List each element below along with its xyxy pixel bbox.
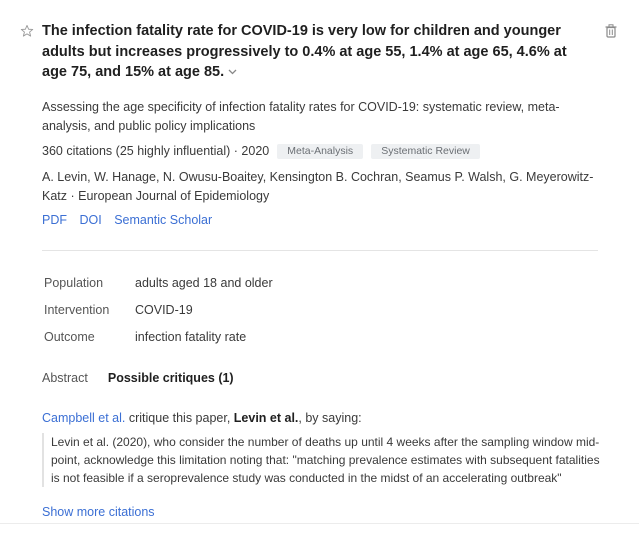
pico-value: COVID-19	[135, 303, 193, 317]
claim-text: The infection fatality rate for COVID-19…	[42, 23, 567, 80]
critique-text-end: , by saying:	[298, 411, 362, 425]
paper-authors: A. Levin, W. Hanage, N. Owusu-Boaitey, K…	[42, 168, 607, 205]
paper-meta: 360 citations (25 highly influential) · …	[42, 142, 480, 160]
pico-table: Population adults aged 18 and older Inte…	[44, 274, 273, 355]
pico-label: Outcome	[44, 330, 95, 344]
pico-row-population: Population adults aged 18 and older	[44, 274, 273, 301]
tag-meta-analysis: Meta-Analysis	[277, 143, 364, 159]
pico-row-outcome: Outcome infection fatality rate	[44, 328, 273, 355]
bottom-divider	[0, 523, 639, 524]
quote-text: Levin et al. (2020), who consider the nu…	[51, 435, 600, 485]
paper-links: PDF DOI Semantic Scholar	[42, 211, 221, 229]
pico-label: Intervention	[44, 303, 110, 317]
section-divider	[42, 250, 598, 251]
pico-value: infection fatality rate	[135, 330, 247, 344]
semantic-scholar-link[interactable]: Semantic Scholar	[114, 213, 212, 227]
pico-value: adults aged 18 and older	[135, 276, 273, 290]
critique-header: Campbell et al. critique this paper, Lev…	[42, 409, 362, 427]
critique-text: critique this paper,	[125, 411, 234, 425]
critique-quote: Levin et al. (2020), who consider the nu…	[42, 433, 607, 487]
pico-row-intervention: Intervention COVID-19	[44, 301, 273, 328]
tab-possible-critiques[interactable]: Possible critiques (1)	[108, 369, 234, 387]
star-icon[interactable]	[20, 24, 34, 38]
tag-systematic-review: Systematic Review	[371, 143, 480, 159]
meta-separator: ·	[67, 188, 79, 203]
trash-icon[interactable]	[605, 24, 617, 38]
paper-title[interactable]: Assessing the age specificity of infecti…	[42, 98, 602, 135]
meta-separator: ·	[230, 144, 242, 158]
tab-abstract[interactable]: Abstract	[42, 369, 88, 387]
show-more-citations-link[interactable]: Show more citations	[42, 503, 155, 521]
journal-name: European Journal of Epidemiology	[78, 188, 270, 203]
citation-count: 360 citations (25 highly influential)	[42, 144, 231, 158]
detail-tabs: Abstract Possible critiques (1)	[42, 369, 254, 387]
publication-year: 2020	[241, 144, 270, 158]
pico-label: Population	[44, 276, 104, 290]
pdf-link[interactable]: PDF	[42, 213, 67, 227]
claim-title: The infection fatality rate for COVID-19…	[42, 21, 590, 83]
chevron-down-icon[interactable]	[228, 69, 237, 75]
doi-link[interactable]: DOI	[79, 213, 101, 227]
critiqued-paper: Levin et al.	[233, 411, 299, 425]
critiquing-paper-link[interactable]: Campbell et al.	[42, 411, 125, 425]
